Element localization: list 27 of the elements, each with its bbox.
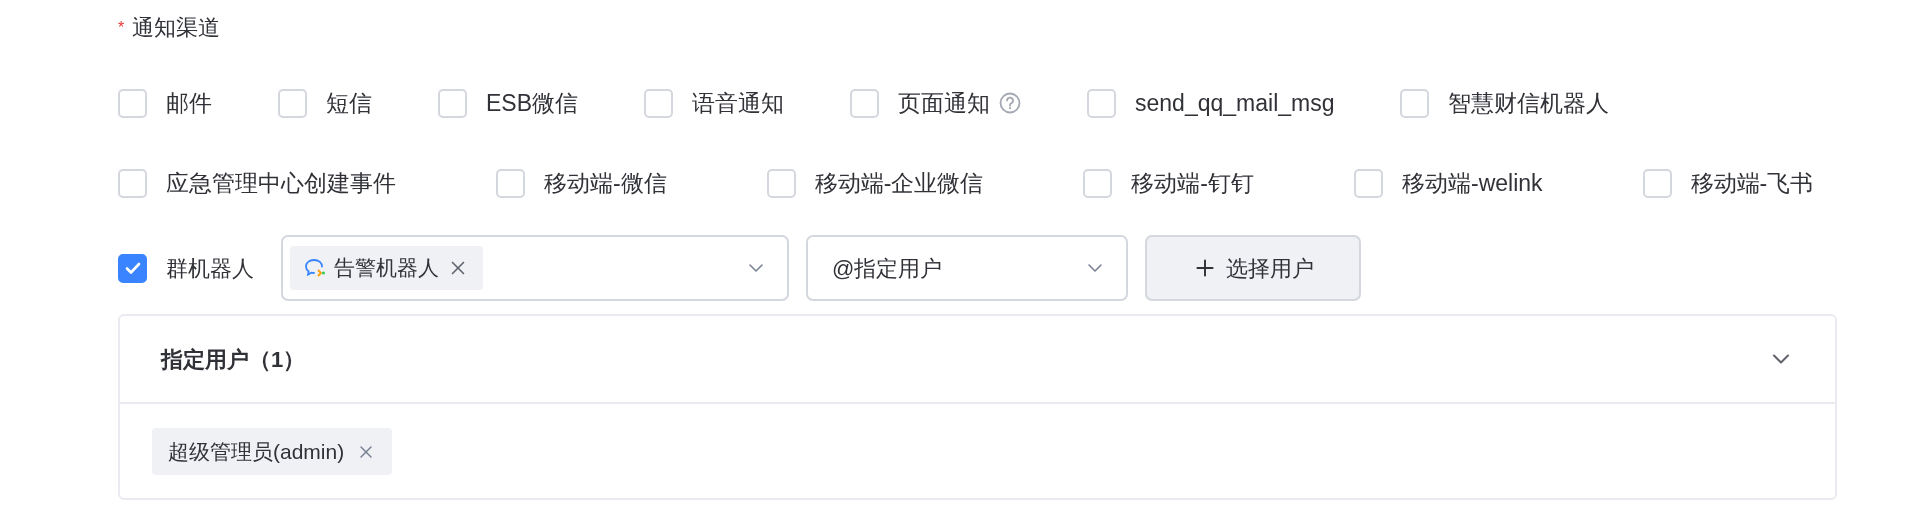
checkbox-label: 应急管理中心创建事件 <box>166 168 396 198</box>
panel-title: 指定用户（1） <box>161 345 307 374</box>
chat-bubble-icon <box>304 258 326 278</box>
panel-header[interactable]: 指定用户（1） <box>120 316 1835 404</box>
checkbox-label: send_qq_mail_msg <box>1135 88 1335 118</box>
checkmark-icon <box>124 261 141 275</box>
required-mark: * <box>118 18 125 38</box>
checkbox-label: 移动端-飞书 <box>1690 168 1814 198</box>
checkbox-label: ESB微信 <box>486 88 579 118</box>
robot-select[interactable]: 告警机器人 <box>281 235 789 301</box>
checkbox-label: 移动端-welink <box>1402 168 1543 198</box>
checkbox-label: 语音通知 <box>692 88 785 118</box>
checkbox-label: 移动端-钉钉 <box>1131 168 1254 198</box>
checkbox-label: 页面通知 <box>898 88 991 118</box>
select-value: @指定用户 <box>832 254 944 283</box>
checkbox-label: 短信 <box>326 88 372 118</box>
checkbox-label: 智慧财信机器人 <box>1448 88 1610 118</box>
tag-label: 超级管理员(admin) <box>168 438 345 465</box>
checkbox[interactable] <box>118 253 147 283</box>
mention-select[interactable]: @指定用户 <box>806 235 1128 301</box>
select-users-button[interactable]: 选择用户 <box>1145 235 1361 301</box>
field-label: 通知渠道 <box>132 13 221 42</box>
checkbox-label: 移动端-微信 <box>544 168 667 198</box>
checkbox-label: 邮件 <box>166 88 212 118</box>
checkbox-label: 移动端-企业微信 <box>814 168 984 198</box>
tag-label: 告警机器人 <box>334 255 439 282</box>
checkbox-label: 群机器人 <box>166 254 254 283</box>
